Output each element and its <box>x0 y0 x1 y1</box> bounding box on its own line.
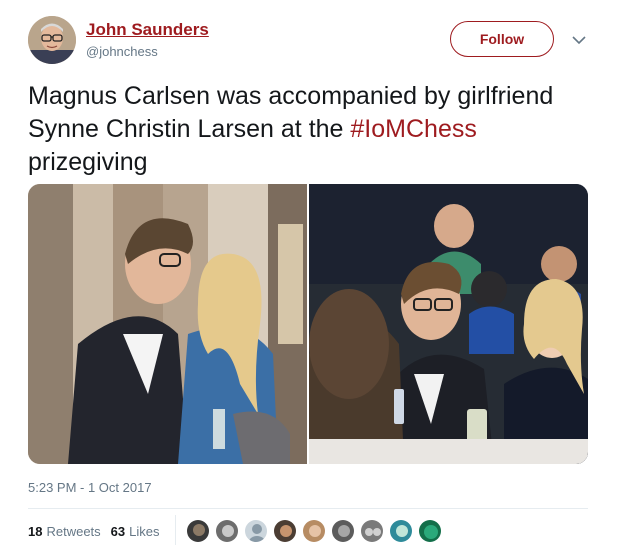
liker-avatar[interactable] <box>360 519 384 543</box>
liker-avatar[interactable] <box>186 519 210 543</box>
retweets-label: Retweets <box>46 524 101 539</box>
liker-avatar[interactable] <box>215 519 239 543</box>
liker-avatar[interactable] <box>273 519 297 543</box>
retweets-count: 18 <box>28 524 43 539</box>
liker-avatar[interactable] <box>418 519 442 543</box>
likes-stat[interactable]: 63 Likes <box>111 524 160 539</box>
author-avatar[interactable] <box>28 16 76 64</box>
tweet-stats: 18 Retweets 63 Likes <box>28 524 170 539</box>
liker-avatar[interactable] <box>389 519 413 543</box>
liker-avatar[interactable] <box>244 519 268 543</box>
author-handle[interactable]: @johnchess <box>86 44 158 59</box>
follow-button[interactable]: Follow <box>450 21 554 57</box>
author-name[interactable]: John Saunders <box>86 20 209 40</box>
tweet-card: John Saunders @johnchess Follow Magnus C… <box>0 0 622 555</box>
chevron-down-icon[interactable] <box>570 31 588 49</box>
media-grid <box>28 184 588 464</box>
stats-separator <box>175 515 176 545</box>
hashtag-link[interactable]: #IoMChess <box>350 115 476 143</box>
likers-avatars <box>186 519 447 543</box>
photo-right[interactable] <box>309 184 588 464</box>
liker-avatar[interactable] <box>302 519 326 543</box>
divider <box>28 508 588 509</box>
photo-left[interactable] <box>28 184 307 464</box>
tweet-timestamp[interactable]: 5:23 PM - 1 Oct 2017 <box>28 480 152 495</box>
tweet-text-after: prizegiving <box>28 148 148 176</box>
likes-label: Likes <box>129 524 160 539</box>
likes-count: 63 <box>110 524 126 539</box>
retweets-stat[interactable]: 18 Retweets <box>28 524 101 539</box>
tweet-text: Magnus Carlsen was accompanied by girlfr… <box>28 80 588 179</box>
liker-avatar[interactable] <box>331 519 355 543</box>
